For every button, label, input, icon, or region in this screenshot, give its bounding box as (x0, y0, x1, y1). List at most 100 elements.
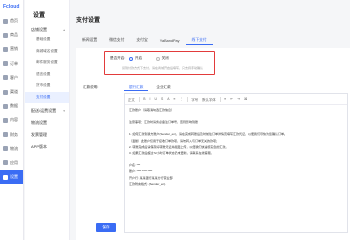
chevron-icon: ▴ (63, 28, 65, 32)
payment-tabs: 新闻设置 微信支付 支付宝 YaBandPay 线下支付 (76, 36, 213, 45)
remit-label: 汇款说明: (83, 85, 99, 89)
toolbar-item-5[interactable]: A (167, 97, 169, 101)
tab-1[interactable]: 微信支付 (103, 36, 130, 45)
home-icon (3, 18, 8, 24)
rail-item-label: 设置 (10, 174, 18, 180)
subnav-group-4[interactable]: APP版本 (25, 139, 69, 151)
toolbar-item-10[interactable]: ≡ (224, 97, 226, 101)
brand-logo: Fcloud (0, 0, 23, 14)
subnav-group-2[interactable]: 物流设置 (25, 115, 69, 127)
main-content: 支付设置 新闻设置 微信支付 支付宝 YaBandPay 线下支付 是否开启: 开启 关… (71, 0, 350, 240)
rail-item-label: 内容 (10, 117, 18, 123)
toolbar-item-9[interactable]: 默认字体 (202, 97, 216, 102)
tab-2[interactable]: 支付宝 (130, 36, 153, 45)
rail-item-label: 渠道 (10, 89, 18, 95)
editor-content[interactable]: 汇款账户（请取消勾选汇款信息） 注意事项：汇款时请务必备注订单号，否则影响到账 1.… (125, 105, 347, 191)
subnav-item-0-4[interactable]: 货币设置 (25, 80, 69, 92)
toolbar-divider (219, 96, 221, 102)
toolbar-item-1[interactable]: B (143, 97, 145, 101)
subnav-item-0-0[interactable]: 基础设置 (25, 34, 69, 46)
tab-0[interactable]: 新闻设置 (76, 36, 103, 45)
enable-row: 是否开启: 开启 关闭 (110, 56, 179, 61)
radio-dot-icon (156, 56, 161, 61)
rail-item-label: 物流 (10, 145, 18, 151)
rail-item-11[interactable]: 设置 (0, 170, 23, 185)
chart-icon (3, 103, 8, 109)
subnav-group-1[interactable]: 配送/运费设置 ▾ (25, 103, 69, 115)
tab-3[interactable]: YaBandPay (154, 36, 186, 45)
subnav-heading: 设置 (33, 13, 46, 19)
rich-text-editor[interactable]: 正文 B I U S A ≡ ⋮ 字号 默认字体 ≡ ⇤ ⇥ ⌘ 汇款账户（请取消勾选汇款信息） 注意事项：… (124, 93, 348, 233)
subnav-item-0-1[interactable]: 商城域名设置 (25, 46, 69, 58)
megaphone-icon (3, 46, 8, 52)
rail-item-10[interactable]: 应用 (0, 156, 23, 170)
enable-note: 货到付款方式下支付，请在商城开启后填写，只支持手动确认 (122, 66, 204, 70)
toolbar-item-11[interactable]: ⇤ (230, 97, 233, 101)
rail-item-label: 首页 (10, 18, 18, 24)
toolbar-item-2[interactable]: I (150, 97, 151, 101)
rail-item-label: 订单 (10, 60, 18, 66)
radio-enable-label: 开启 (134, 56, 143, 60)
rail-item-8[interactable]: 财务 (0, 128, 23, 142)
toolbar-item-4[interactable]: S (161, 97, 163, 101)
radio-disable[interactable]: 关闭 (156, 56, 169, 61)
rail-item-label: 数据 (10, 103, 18, 109)
tab-4[interactable]: 线下支付 (185, 36, 213, 45)
rail-item-label: 商品 (10, 32, 18, 38)
radio-disable-label: 关闭 (161, 56, 169, 60)
rail-item-0[interactable]: 首页 (0, 14, 23, 28)
toolbar-item-6[interactable]: ≡ (173, 97, 175, 101)
subnav-item-0-2[interactable]: 邮件服务设置 (25, 57, 69, 69)
rail-item-9[interactable]: 物流 (0, 142, 23, 156)
rail-item-6[interactable]: 数据 (0, 99, 23, 113)
rail-item-label: 应用 (10, 159, 18, 165)
gear-icon (3, 174, 8, 180)
channel-icon (3, 89, 8, 95)
subnav-item-0-3[interactable]: 语言设置 (25, 69, 69, 81)
tab-bank-remit[interactable]: 银行汇款 (124, 84, 149, 91)
subnav-group-label: APP版本 (31, 144, 48, 149)
subnav-group-label: 配送/运费设置 (31, 108, 57, 113)
brand-logo-text: Fcloud (3, 4, 20, 10)
settings-panel: 是否开启: 开启 关闭 货到付款方式下支付，请在商城开启后填写，只支持手动确认 … (76, 48, 350, 240)
editor-line: 汇款附言格式: {Sender_en} (129, 181, 166, 186)
truck-icon (3, 146, 8, 152)
subnav-group-label: 店铺设置 (31, 27, 47, 32)
content-icon (3, 117, 8, 123)
rail-item-5[interactable]: 渠道 (0, 85, 23, 99)
toolbar-item-7[interactable]: ⋮ (179, 97, 182, 101)
toolbar-divider (138, 96, 140, 102)
document-icon (3, 61, 8, 67)
rail-item-2[interactable]: 营销 (0, 42, 23, 56)
subnav-group-label: 物流设置 (31, 120, 47, 125)
radio-dot-icon (129, 56, 134, 61)
box-icon (3, 32, 8, 38)
rail-item-3[interactable]: 订单 (0, 57, 23, 71)
user-icon (3, 75, 8, 81)
rail-item-label: 客户 (10, 74, 18, 80)
toolbar-item-8[interactable]: 字号 (191, 97, 198, 102)
subnav-group-0[interactable]: 店铺设置 ▴ (25, 22, 69, 34)
editor-toolbar: 正文 B I U S A ≡ ⋮ 字号 默认字体 ≡ ⇤ ⇥ ⌘ (125, 94, 347, 105)
toolbar-item-12[interactable]: ⇥ (237, 97, 240, 101)
rail-item-label: 营销 (10, 46, 18, 52)
tab-company-remit[interactable]: 企业汇款 (151, 84, 175, 91)
chevron-icon: ▾ (63, 109, 65, 113)
toolbar-item-13[interactable]: ⌘ (244, 97, 247, 101)
enable-label: 是否开启: (110, 56, 126, 60)
rail-item-1[interactable]: 商品 (0, 28, 23, 42)
offline-enable-highlight: 是否开启: 开启 关闭 货到付款方式下支付，请在商城开启后填写，只支持手动确认 (104, 51, 215, 75)
remit-tabs: 银行汇款 企业汇款 (124, 84, 176, 91)
radio-enable[interactable]: 开启 (129, 56, 142, 61)
rail-item-4[interactable]: 客户 (0, 71, 23, 85)
subnav-group-label: 发票管理 (31, 132, 47, 137)
save-button[interactable]: 保存 (96, 223, 116, 232)
rail-item-7[interactable]: 内容 (0, 113, 23, 127)
primary-sidebar: Fcloud 首页商品营销订单客户渠道数据内容财务物流应用设置 (0, 0, 24, 240)
grid-icon (3, 160, 8, 166)
rail-item-label: 财务 (10, 131, 18, 137)
subnav-group-3[interactable]: 发票管理 (25, 127, 69, 139)
toolbar-item-3[interactable]: U (155, 97, 157, 101)
subnav-item-0-5[interactable]: 支付设置 (25, 91, 69, 103)
toolbar-item-0[interactable]: 正文 (128, 97, 135, 102)
